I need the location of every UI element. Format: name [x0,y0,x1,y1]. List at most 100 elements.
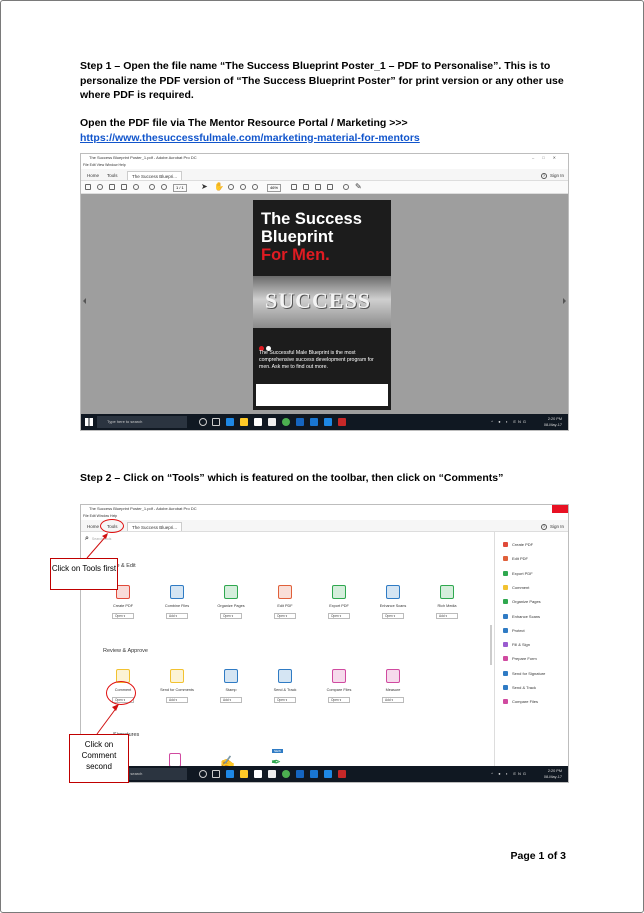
signin-link-2[interactable]: ? Sign In [540,522,564,531]
tools-search[interactable]: ⌕ Search tools [85,535,111,543]
create-tool-label[interactable]: Enhance Scans [369,604,417,608]
outlook-icon[interactable] [310,418,318,426]
review-tool-label[interactable]: Send & Track [261,688,309,692]
store-icon-2[interactable] [254,770,262,778]
create-tool-icon[interactable] [332,585,346,599]
upload-icon[interactable] [97,184,103,190]
outlook-icon-2[interactable] [310,770,318,778]
tray-clock-2[interactable]: 2:20 PM 08-May-17 [544,768,562,780]
right-panel-item[interactable]: Edit PDF [503,556,528,562]
create-tool-dropdown[interactable]: Open ▾ [328,613,350,619]
review-tool-dropdown[interactable]: Open ▾ [328,697,350,703]
task-view-icon-2[interactable] [212,770,220,778]
create-tool-dropdown[interactable]: Open ▾ [274,613,296,619]
scroll-right-icon[interactable] [563,298,566,304]
create-tool-dropdown[interactable]: Open ▾ [220,613,242,619]
zoom-out-icon[interactable] [228,184,234,190]
review-tool-dropdown[interactable]: Add ▾ [220,697,242,703]
zoom-tool-icon[interactable] [252,184,258,190]
review-tool-label[interactable]: Send for Comments [153,688,201,692]
tools-scrollbar[interactable] [490,625,492,665]
certificates-icon[interactable] [169,753,181,767]
chrome-icon[interactable] [282,418,290,426]
page-down-icon[interactable] [161,184,167,190]
fit-page-icon[interactable] [303,184,309,190]
review-tool[interactable]: Stamp Add ▾ [207,669,255,703]
zoom-select[interactable]: 46% [267,184,282,192]
review-tool-icon[interactable] [386,669,400,683]
create-tool-label[interactable]: Combine Files [153,604,201,608]
create-tool-dropdown[interactable]: Add ▾ [166,613,188,619]
right-panel-item[interactable]: Enhance Scans [503,613,540,620]
tab-document[interactable]: The Success Bluepri... [127,171,183,180]
review-tool-icon[interactable] [332,669,346,683]
app-icon[interactable] [268,418,276,426]
save-icon[interactable] [85,184,91,190]
create-tool[interactable]: Create PDF Open ▾ [99,585,147,619]
right-panel-item[interactable]: Protect [503,627,525,634]
create-tool-label[interactable]: Edit PDF [261,604,309,608]
create-tool-label[interactable]: Create PDF [99,604,147,608]
create-tool[interactable]: Edit PDF Open ▾ [261,585,309,619]
review-tool-label[interactable]: Stamp [207,688,255,692]
word-icon[interactable] [296,418,304,426]
review-tool[interactable]: Measure Add ▾ [369,669,417,703]
cursor-icon[interactable]: ➤ [201,182,208,191]
right-panel-item[interactable]: Send for Signature [503,670,545,677]
word-icon-4[interactable] [324,770,332,778]
scroll-left-icon[interactable] [83,298,86,304]
review-tool[interactable]: Compare Files Open ▾ [315,669,363,703]
comment-icon[interactable] [343,184,349,190]
tray-clock[interactable]: 2:20 PM 08-May-17 [544,416,562,428]
tray-icons-2[interactable]: ^ ● ◐ ENG [491,771,528,776]
right-panel-item[interactable]: Fill & Sign [503,642,530,648]
create-tool-dropdown[interactable]: Open ▾ [112,613,134,619]
help-icon-2[interactable]: ? [540,524,547,530]
review-tool-icon[interactable] [278,669,292,683]
highlight-icon[interactable] [327,184,333,190]
tab-home[interactable]: Home [83,171,103,180]
right-panel-item[interactable]: Compare Files [503,699,538,705]
print-icon[interactable] [109,184,115,190]
explorer-icon[interactable] [240,418,248,426]
review-tool-icon[interactable] [224,669,238,683]
create-tool[interactable]: Organize Pages Open ▾ [207,585,255,619]
acrobat-icon-2[interactable] [338,770,346,778]
create-tool-label[interactable]: Rich Media [423,604,471,608]
acrobat-icon[interactable] [338,418,346,426]
cortana-icon[interactable] [199,418,207,426]
create-tool-dropdown[interactable]: Add ▾ [436,613,458,619]
full-screen-icon[interactable] [315,184,321,190]
review-tool-dropdown[interactable]: Add ▾ [382,697,404,703]
create-tool-icon[interactable] [170,585,184,599]
create-tool-label[interactable]: Export PDF [315,604,363,608]
review-tool[interactable]: Send & Track Open ▾ [261,669,309,703]
tray-icons[interactable]: ^ ● ◐ ENG [491,419,528,424]
tab-document-2[interactable]: The Success Bluepri... [127,522,183,531]
taskbar-search[interactable]: Type here to search [97,416,187,428]
task-view-icon[interactable] [212,418,220,426]
review-tool-label[interactable]: Compare Files [315,688,363,692]
signin-link[interactable]: ? Sign In [540,171,564,180]
edge-icon[interactable] [226,418,234,426]
word-icon-2[interactable] [324,418,332,426]
email-icon[interactable] [121,184,127,190]
right-panel-item[interactable]: Comment [503,584,529,591]
create-tool-dropdown[interactable]: Open ▾ [382,613,404,619]
page-indicator[interactable]: 1 / 1 [173,184,187,192]
create-tool[interactable]: Rich Media Add ▾ [423,585,471,619]
create-tool-icon[interactable] [116,585,130,599]
windows-start-icon[interactable] [85,418,93,426]
word-icon-3[interactable] [296,770,304,778]
page-up-icon[interactable] [149,184,155,190]
search-icon[interactable] [133,184,139,190]
hand-icon[interactable]: ✋ [214,182,224,191]
edge-icon-2[interactable] [226,770,234,778]
review-tool[interactable]: Send for Comments Add ▾ [153,669,201,703]
review-tool-dropdown[interactable]: Open ▾ [274,697,296,703]
store-icon[interactable] [254,418,262,426]
app-icon-2[interactable] [268,770,276,778]
help-icon[interactable]: ? [540,173,547,179]
right-panel-item[interactable]: Create PDF [503,542,533,548]
tab-tools[interactable]: Tools [103,171,122,180]
